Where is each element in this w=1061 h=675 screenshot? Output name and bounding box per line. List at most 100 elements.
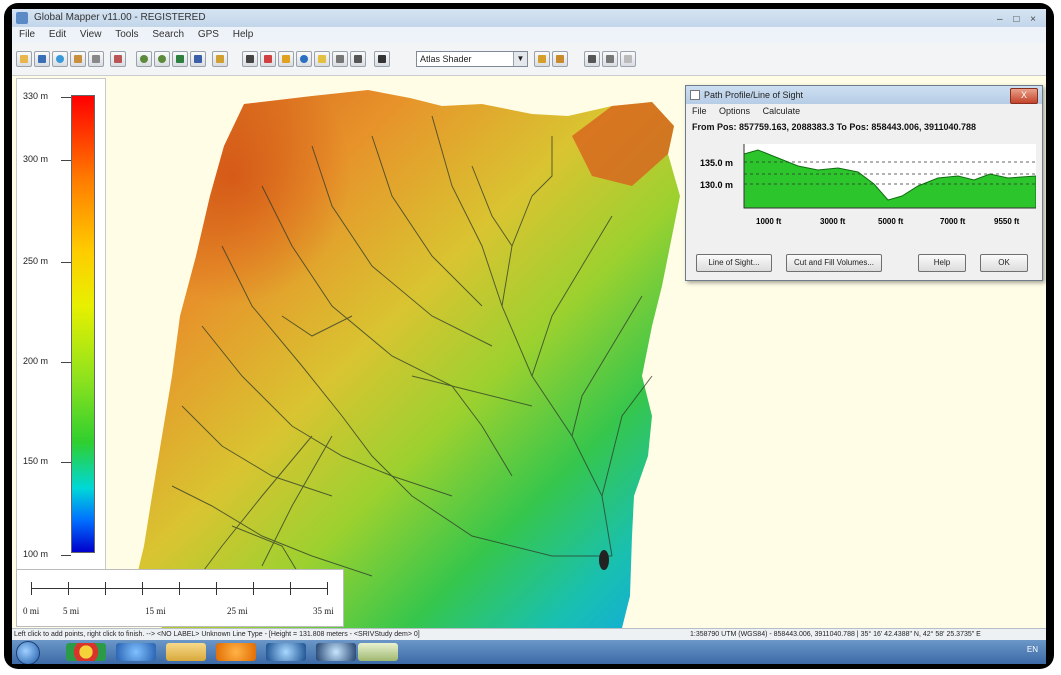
dialog-icon xyxy=(690,90,700,100)
lighting-icon[interactable] xyxy=(552,51,568,67)
menu-gps[interactable]: GPS xyxy=(198,29,219,40)
scale-label: 5 mi xyxy=(63,606,80,616)
start-button[interactable] xyxy=(16,641,40,664)
scale-tick xyxy=(327,582,328,595)
legend-tick xyxy=(61,262,71,263)
layers-icon[interactable] xyxy=(70,51,86,67)
binoculars-icon[interactable] xyxy=(374,51,390,67)
menu-file[interactable]: File xyxy=(19,29,35,40)
grid-icon[interactable] xyxy=(602,51,618,67)
legend-tick xyxy=(61,362,71,363)
legend-tick xyxy=(61,462,71,463)
pan-icon[interactable] xyxy=(190,51,206,67)
globe-app-icon[interactable] xyxy=(266,643,306,661)
elevation-color-ramp xyxy=(71,95,95,553)
global-mapper-icon[interactable] xyxy=(316,643,356,661)
dialog-menu-calculate[interactable]: Calculate xyxy=(763,106,801,116)
screen: Global Mapper v11.00 - REGISTERED – □ × … xyxy=(12,9,1046,664)
system-tray[interactable]: EN xyxy=(1027,645,1038,654)
ok-button[interactable]: OK xyxy=(980,254,1028,272)
dialog-title: Path Profile/Line of Sight xyxy=(704,90,804,100)
scale-tick xyxy=(290,582,291,595)
shader-select-value: Atlas Shader xyxy=(420,54,472,64)
export-icon[interactable] xyxy=(110,51,126,67)
help-button[interactable]: Help xyxy=(918,254,966,272)
chevron-down-icon[interactable]: ▼ xyxy=(513,52,527,66)
dialog-menu-file[interactable]: File xyxy=(692,106,707,116)
path-profile-icon[interactable] xyxy=(314,51,330,67)
open-folder-icon[interactable] xyxy=(16,51,32,67)
elevation-legend: 330 m 300 m 250 m 200 m 150 m 100 m xyxy=(16,78,106,570)
profile-x-label: 7000 ft xyxy=(940,217,966,226)
taskbar: EN xyxy=(12,640,1046,664)
close-button[interactable]: X xyxy=(1010,88,1038,104)
menu-help[interactable]: Help xyxy=(233,29,254,40)
scale-label: 25 mi xyxy=(227,606,248,616)
internet-explorer-icon[interactable] xyxy=(116,643,156,661)
profile-y-label: 135.0 m xyxy=(700,158,733,168)
path-profile-dialog[interactable]: Path Profile/Line of Sight X File Option… xyxy=(685,85,1043,281)
profile-x-label: 1000 ft xyxy=(756,217,782,226)
zoom-out-icon[interactable] xyxy=(154,51,170,67)
scale-tick xyxy=(142,582,143,595)
legend-label: 200 m xyxy=(23,356,49,366)
profile-position-text: From Pos: 857759.163, 2088383.3 To Pos: … xyxy=(692,122,977,132)
legend-label: 150 m xyxy=(23,456,49,466)
app-icon xyxy=(16,12,28,24)
zoom-box-icon[interactable] xyxy=(172,51,188,67)
dialog-menu-options[interactable]: Options xyxy=(719,106,750,116)
select-arrow-icon[interactable] xyxy=(242,51,258,67)
menu-view[interactable]: View xyxy=(80,29,102,40)
shader-select[interactable]: Atlas Shader ▼ xyxy=(416,51,528,67)
elevation-profile-graph[interactable]: 135.0 m 130.0 m 1000 ft 3000 ft 5000 ft … xyxy=(698,144,1036,230)
window-title: Global Mapper v11.00 - REGISTERED xyxy=(34,12,206,23)
menu-bar: File Edit View Tools Search GPS Help xyxy=(12,27,1046,43)
feature-info-icon[interactable] xyxy=(278,51,294,67)
print-icon[interactable] xyxy=(88,51,104,67)
scale-bar: 0 mi 5 mi 15 mi 25 mi 35 mi xyxy=(16,569,344,627)
scale-label: 35 mi xyxy=(313,606,334,616)
chrome-icon[interactable] xyxy=(66,643,106,661)
legend-tick xyxy=(61,160,71,161)
legend-label: 250 m xyxy=(23,256,49,266)
contour-icon[interactable] xyxy=(584,51,600,67)
scale-tick xyxy=(31,582,32,595)
toolbar: Atlas Shader ▼ xyxy=(12,43,1046,76)
scale-label: 15 mi xyxy=(145,606,166,616)
water-body-marker xyxy=(599,550,609,570)
cut-fill-volumes-button[interactable]: Cut and Fill Volumes... xyxy=(786,254,882,272)
measure-icon[interactable] xyxy=(212,51,228,67)
digitizer-icon[interactable] xyxy=(260,51,276,67)
dialog-menu-bar: File Options Calculate xyxy=(686,104,1042,118)
line-tool-icon[interactable] xyxy=(350,51,366,67)
scale-tick xyxy=(105,582,106,595)
info-icon[interactable] xyxy=(296,51,312,67)
zoom-in-icon[interactable] xyxy=(136,51,152,67)
file-explorer-icon[interactable] xyxy=(166,643,206,661)
legend-label: 300 m xyxy=(23,154,49,164)
profile-x-label: 5000 ft xyxy=(878,217,904,226)
monitor-frame: Global Mapper v11.00 - REGISTERED – □ × … xyxy=(4,3,1054,669)
notepad-icon[interactable] xyxy=(358,643,398,661)
legend-label: 100 m xyxy=(23,549,49,559)
scale-tick xyxy=(216,582,217,595)
menu-search[interactable]: Search xyxy=(152,29,184,40)
profile-x-label: 3000 ft xyxy=(820,217,846,226)
legend-label: 330 m xyxy=(23,91,49,101)
draw-icon[interactable] xyxy=(620,51,636,67)
menu-edit[interactable]: Edit xyxy=(49,29,66,40)
dialog-title-bar[interactable]: Path Profile/Line of Sight X xyxy=(686,86,1042,104)
shader-options-icon[interactable] xyxy=(534,51,550,67)
3d-view-icon[interactable] xyxy=(332,51,348,67)
scale-tick xyxy=(253,582,254,595)
line-of-sight-button[interactable]: Line of Sight... xyxy=(696,254,772,272)
scale-label: 0 mi xyxy=(23,606,40,616)
globe-icon[interactable] xyxy=(52,51,68,67)
profile-y-label: 130.0 m xyxy=(700,180,733,190)
save-icon[interactable] xyxy=(34,51,50,67)
scale-tick xyxy=(68,582,69,595)
media-player-icon[interactable] xyxy=(216,643,256,661)
profile-x-label: 9550 ft xyxy=(994,217,1020,226)
legend-tick xyxy=(61,97,71,98)
menu-tools[interactable]: Tools xyxy=(115,29,138,40)
